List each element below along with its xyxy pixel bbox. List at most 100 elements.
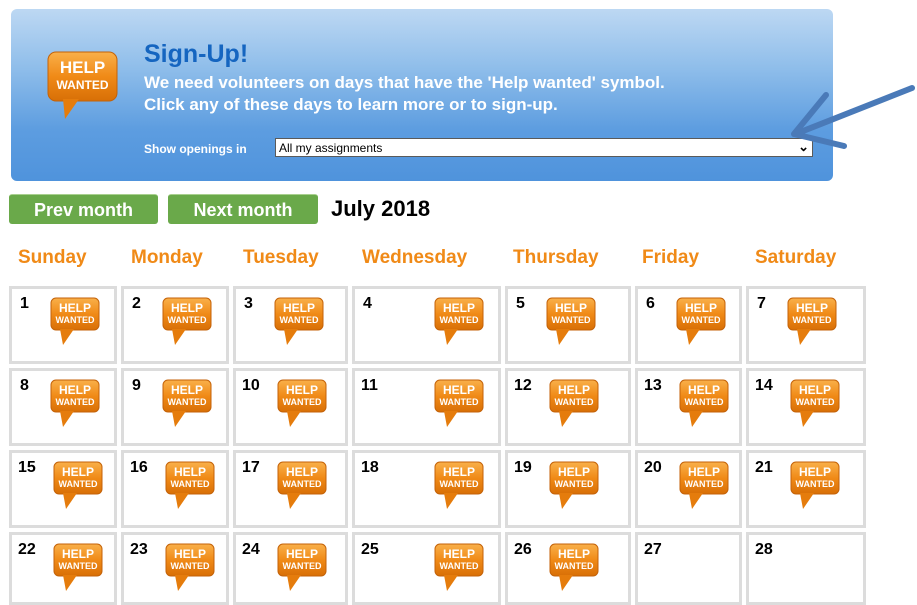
calendar-day-cell[interactable]: 10 HELP WANTED [233, 368, 348, 446]
filter-label: Show openings in [144, 142, 247, 156]
calendar-day-cell[interactable]: 25 HELP WANTED [352, 532, 501, 605]
help-wanted-badge: HELP WANTED [434, 297, 486, 352]
help-wanted-badge: HELP WANTED [50, 297, 102, 352]
svg-text:HELP: HELP [443, 547, 475, 561]
day-number: 4 [363, 295, 372, 312]
help-wanted-icon: HELPWANTED [274, 297, 324, 345]
help-wanted-icon: HELPWANTED [165, 461, 215, 509]
help-wanted-icon: HELPWANTED [787, 297, 837, 345]
svg-text:HELP: HELP [171, 301, 203, 315]
calendar-day-cell[interactable]: 8 HELP WANTED [9, 368, 117, 446]
calendar-day-cell[interactable]: 3 HELP WANTED [233, 286, 348, 364]
calendar-day-cell[interactable]: 4 HELP WANTED [352, 286, 501, 364]
help-wanted-badge: HELP WANTED [50, 379, 102, 434]
help-wanted-icon: HELPWANTED [790, 379, 840, 427]
calendar-day-cell[interactable]: 13 HELP WANTED [635, 368, 742, 446]
day-number: 22 [18, 541, 36, 558]
help-wanted-icon: HELPWANTED [53, 461, 103, 509]
select-value: All my assignments [279, 141, 383, 155]
help-wanted-badge: HELP WANTED [549, 379, 601, 434]
help-wanted-badge: HELP WANTED [549, 543, 601, 598]
help-wanted-icon: HELPWANTED [676, 297, 726, 345]
calendar-day-cell[interactable]: 28 [746, 532, 866, 605]
day-number: 11 [361, 377, 378, 394]
svg-text:WANTED: WANTED [440, 315, 479, 325]
svg-text:HELP: HELP [174, 465, 206, 479]
svg-text:WANTED: WANTED [168, 315, 207, 325]
prev-month-button[interactable]: Prev month [9, 194, 158, 224]
help-wanted-badge: HELP WANTED [165, 461, 217, 516]
calendar-day-cell[interactable]: 20 HELP WANTED [635, 450, 742, 528]
day-number: 8 [20, 377, 29, 394]
help-wanted-badge: HELP WANTED [162, 379, 214, 434]
day-number: 15 [18, 459, 36, 476]
calendar-day-cell[interactable]: 2 HELP WANTED [121, 286, 229, 364]
svg-text:HELP: HELP [799, 383, 831, 397]
calendar-day-cell[interactable]: 9 HELP WANTED [121, 368, 229, 446]
calendar-day-cell[interactable]: 16 HELP WANTED [121, 450, 229, 528]
svg-text:WANTED: WANTED [796, 479, 835, 489]
weekday-tuesday: Tuesday [243, 247, 319, 268]
calendar-day-cell[interactable]: 18 HELP WANTED [352, 450, 501, 528]
help-wanted-badge: HELP WANTED [53, 543, 105, 598]
calendar-day-cell[interactable]: 24 HELP WANTED [233, 532, 348, 605]
calendar-day-cell[interactable]: 7 HELP WANTED [746, 286, 866, 364]
help-wanted-badge: HELP WANTED [790, 461, 842, 516]
help-wanted-icon: HELPWANTED [165, 543, 215, 591]
calendar-day-cell[interactable]: 17 HELP WANTED [233, 450, 348, 528]
svg-text:WANTED: WANTED [280, 315, 319, 325]
day-number: 21 [755, 459, 773, 476]
calendar-day-cell[interactable]: 6 HELP WANTED [635, 286, 742, 364]
weekday-wednesday: Wednesday [362, 247, 468, 268]
help-wanted-badge: HELP WANTED [165, 543, 217, 598]
calendar-day-cell[interactable]: 12 HELP WANTED [505, 368, 631, 446]
help-wanted-icon: HELPWANTED [53, 543, 103, 591]
svg-text:WANTED: WANTED [168, 397, 207, 407]
instructions-line-1: We need volunteers on days that have the… [144, 73, 665, 92]
help-wanted-icon: HELPWANTED [549, 379, 599, 427]
calendar-day-cell[interactable]: 27 [635, 532, 742, 605]
day-number: 19 [514, 459, 532, 476]
day-number: 17 [242, 459, 260, 476]
svg-text:WANTED: WANTED [283, 479, 322, 489]
calendar-day-cell[interactable]: 22 HELP WANTED [9, 532, 117, 605]
help-wanted-badge: HELP WANTED [53, 461, 105, 516]
svg-text:WANTED: WANTED [171, 479, 210, 489]
weekday-monday: Monday [131, 247, 203, 268]
help-wanted-badge: HELP WANTED [277, 543, 329, 598]
svg-text:WANTED: WANTED [796, 397, 835, 407]
month-title: July 2018 [331, 196, 431, 221]
calendar-day-cell[interactable]: 15 HELP WANTED [9, 450, 117, 528]
calendar-day-cell[interactable]: 23 HELP WANTED [121, 532, 229, 605]
calendar-day-cell[interactable]: 14 HELP WANTED [746, 368, 866, 446]
svg-text:HELP: HELP [286, 547, 318, 561]
calendar-day-cell[interactable]: 26 HELP WANTED [505, 532, 631, 605]
svg-text:HELP: HELP [283, 301, 315, 315]
svg-text:HELP: HELP [688, 383, 720, 397]
calendar-day-cell[interactable]: 5 HELP WANTED [505, 286, 631, 364]
svg-text:HELP: HELP [59, 383, 91, 397]
help-wanted-icon: HELPWANTED [277, 379, 327, 427]
calendar-day-cell[interactable]: 11 HELP WANTED [352, 368, 501, 446]
help-wanted-icon: HELPWANTED [434, 461, 484, 509]
help-wanted-icon: HELPWANTED [162, 379, 212, 427]
calendar-day-cell[interactable]: 1 HELP WANTED [9, 286, 117, 364]
help-wanted-icon: HELPWANTED [50, 297, 100, 345]
help-wanted-icon: HELPWANTED [790, 461, 840, 509]
svg-text:WANTED: WANTED [440, 561, 479, 571]
svg-text:WANTED: WANTED [555, 397, 594, 407]
svg-text:HELP: HELP [558, 383, 590, 397]
svg-text:HELP: HELP [171, 383, 203, 397]
svg-text:WANTED: WANTED [440, 479, 479, 489]
assignments-select[interactable]: All my assignments ⌄ [275, 138, 813, 157]
svg-text:WANTED: WANTED [685, 479, 724, 489]
calendar-day-cell[interactable]: 19 HELP WANTED [505, 450, 631, 528]
svg-text:HELP: HELP [174, 547, 206, 561]
svg-text:WANTED: WANTED [685, 397, 724, 407]
help-wanted-badge: HELP WANTED [434, 379, 486, 434]
calendar-day-cell[interactable]: 21 HELP WANTED [746, 450, 866, 528]
svg-text:HELP: HELP [555, 301, 587, 315]
next-month-button[interactable]: Next month [168, 194, 318, 224]
svg-text:WANTED: WANTED [56, 315, 95, 325]
help-wanted-icon: HELPWANTED [434, 297, 484, 345]
